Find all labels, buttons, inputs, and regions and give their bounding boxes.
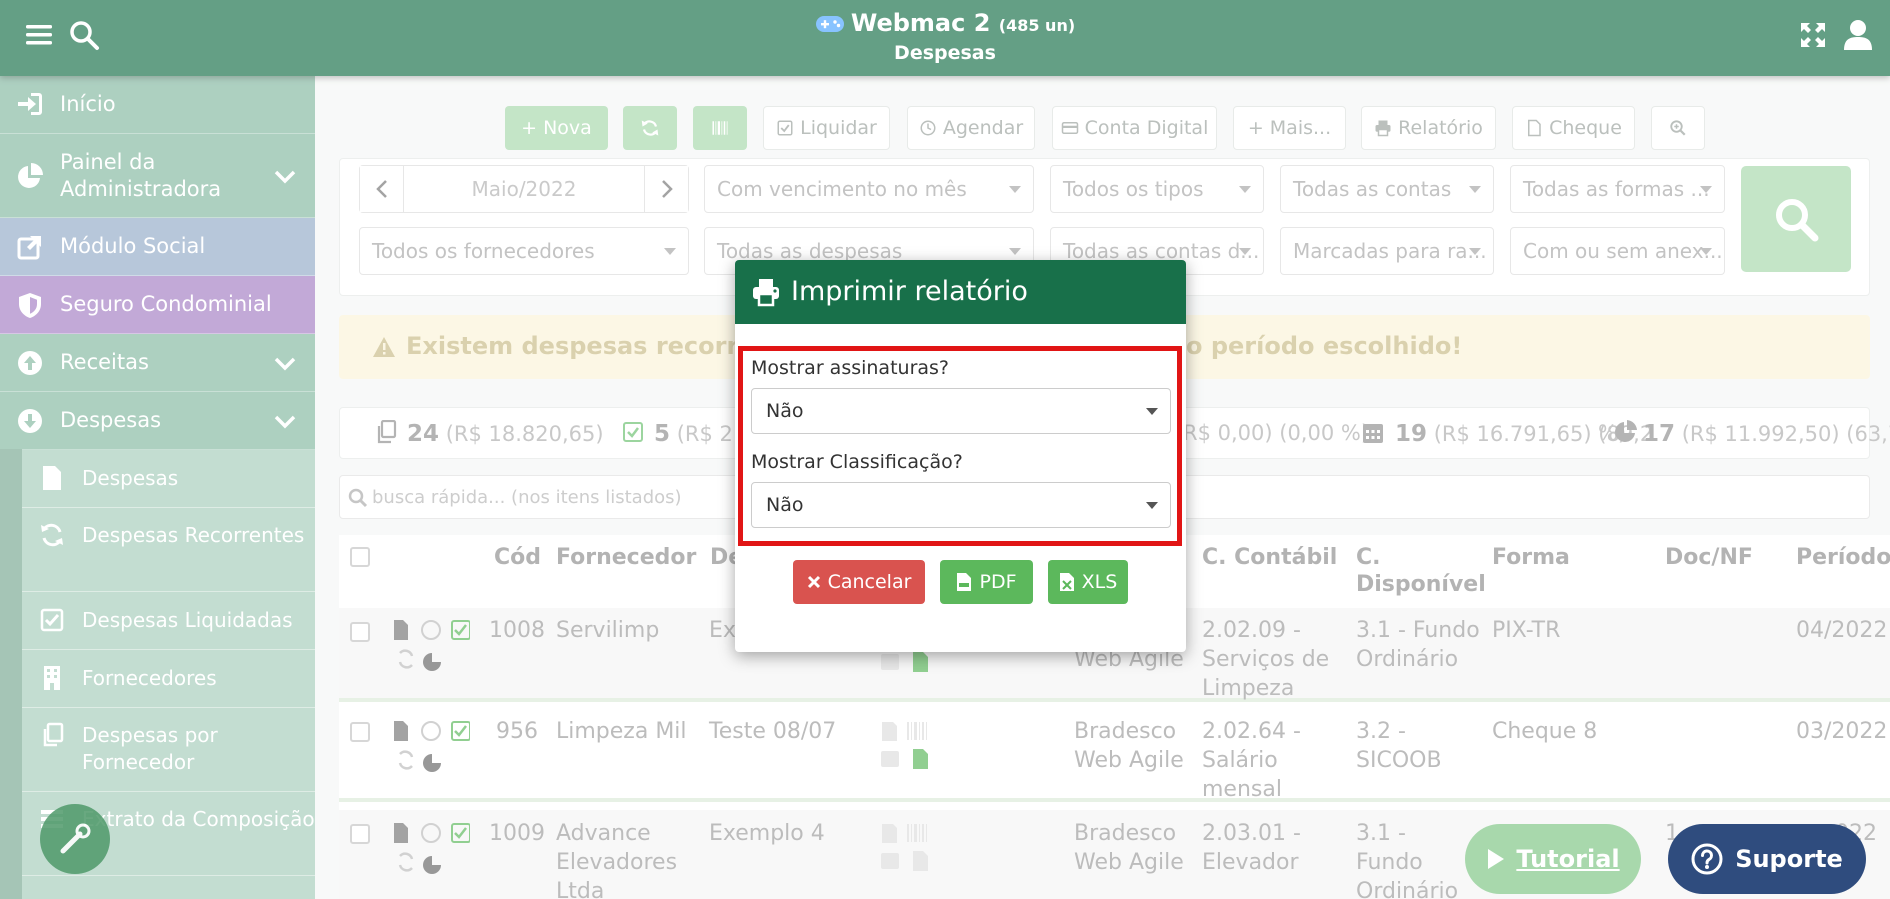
modal-header: Imprimir relatório [735,260,1186,324]
mostrar-assinaturas-select[interactable]: Não [751,388,1171,434]
excel-file-icon [1059,573,1074,591]
pdf-file-icon [957,573,972,591]
tool-icon [60,823,91,854]
print-icon [751,277,781,307]
close-icon [807,575,820,589]
tutorial-label: Tutorial [1516,845,1620,873]
cancel-label: Cancelar [827,571,912,593]
mostrar-classificacao-select[interactable]: Não [751,482,1171,528]
suporte-button[interactable]: Suporte [1668,824,1866,894]
modal-title: Imprimir relatório [791,276,1028,307]
xls-label: XLS [1081,571,1118,593]
print-report-modal: Imprimir relatório Mostrar assinaturas? … [735,260,1186,652]
suporte-label: Suporte [1735,845,1843,873]
pdf-button[interactable]: PDF [940,560,1033,604]
xls-button[interactable]: XLS [1048,560,1128,604]
q1-label: Mostrar assinaturas? [751,357,950,379]
q2-label: Mostrar Classificação? [751,451,963,473]
play-icon [1488,849,1505,869]
tutorial-button[interactable]: Tutorial [1465,824,1641,894]
quick-action-button[interactable] [40,804,110,874]
pdf-label: PDF [979,571,1017,593]
cancel-button[interactable]: Cancelar [793,560,925,604]
help-circle-icon [1691,843,1723,875]
